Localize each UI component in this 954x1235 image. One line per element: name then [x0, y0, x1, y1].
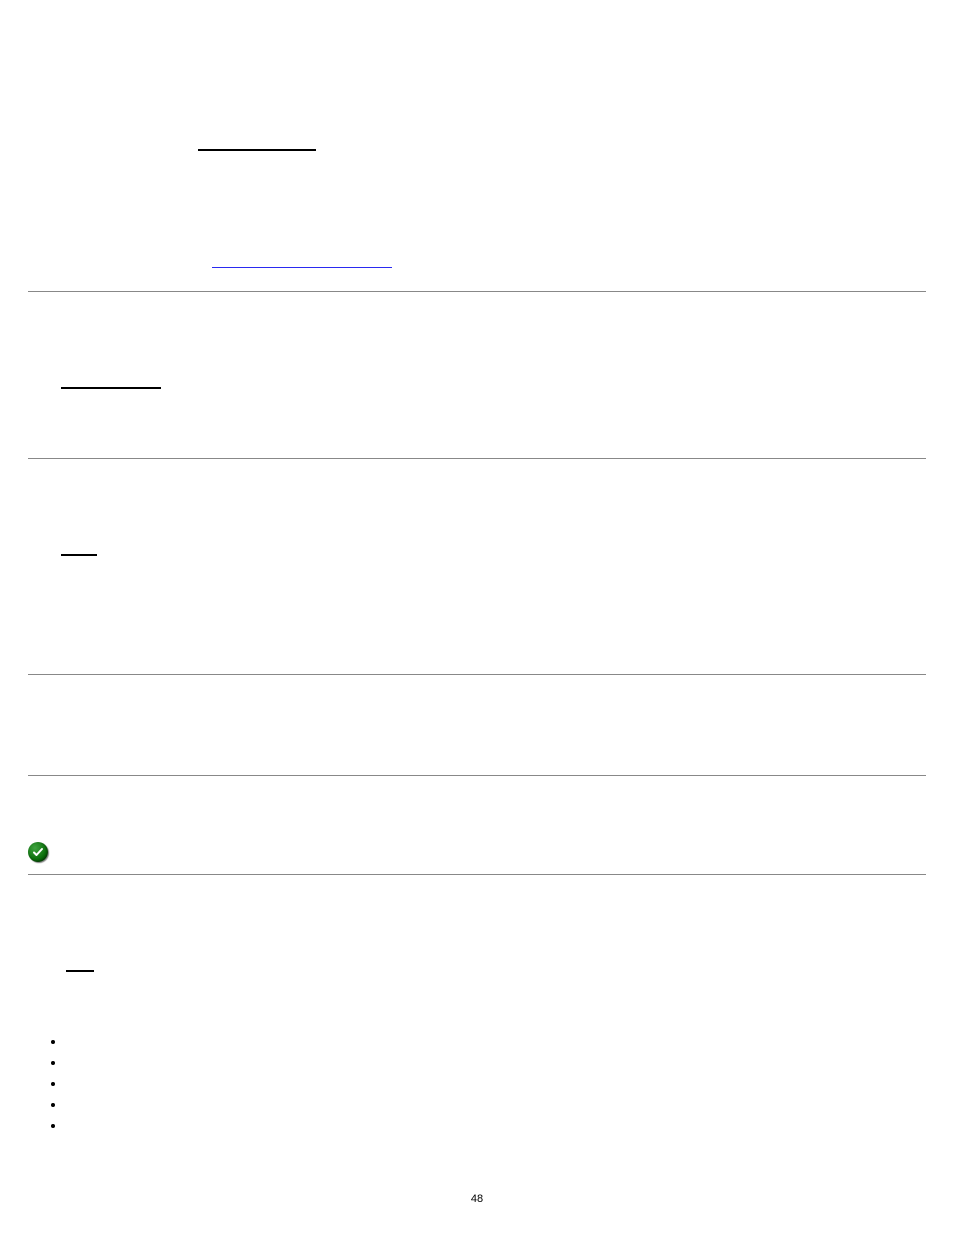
underlined-subheading-line	[28, 372, 926, 392]
underline-segment	[61, 372, 161, 389]
hyperlink-line	[28, 252, 926, 271]
list-item	[66, 1031, 926, 1052]
underline-segment	[61, 539, 97, 556]
list-item	[66, 1052, 926, 1073]
underlined-heading-line	[28, 134, 926, 154]
page-number: 48	[0, 1193, 954, 1205]
document-page	[0, 0, 954, 1136]
list-item	[66, 1073, 926, 1094]
underline-segment	[66, 955, 94, 972]
underlined-lower-line	[28, 955, 926, 975]
underline-segment	[198, 134, 316, 151]
bullet-list	[66, 1031, 926, 1136]
list-item	[66, 1094, 926, 1115]
check-circle-icon	[28, 842, 48, 862]
underlined-short-line	[28, 539, 926, 559]
status-check-row	[28, 842, 926, 862]
list-item	[66, 1115, 926, 1136]
link-text[interactable]	[212, 252, 392, 268]
